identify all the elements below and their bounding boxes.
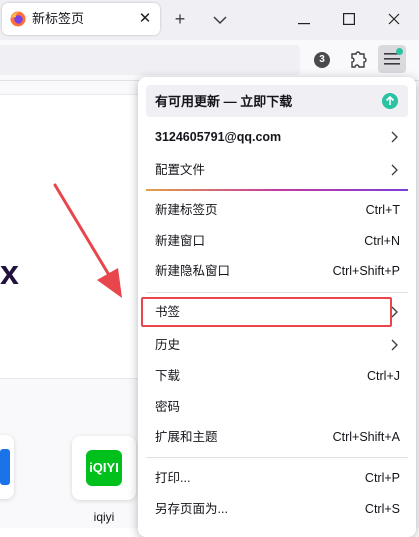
update-label: 有可用更新 — 立即下载 xyxy=(155,94,293,109)
account-label: 3124605791@qq.com xyxy=(155,130,282,144)
menu-item-passwords[interactable]: 密码 xyxy=(146,393,408,421)
menu-item-label: 打印... xyxy=(155,471,191,485)
chevron-right-icon xyxy=(391,131,398,143)
menu-item-history[interactable]: 历史 xyxy=(146,331,408,359)
menu-item-save-page[interactable]: 另存页面为... Ctrl+S xyxy=(146,495,408,523)
chevron-right-icon xyxy=(391,164,398,176)
menu-separator xyxy=(146,457,408,458)
menu-item-label: 扩展和主题 xyxy=(155,430,218,444)
menu-item-label: 另存页面为... xyxy=(155,502,228,516)
menu-item-label: 密码 xyxy=(155,400,181,414)
menu-item-label: 历史 xyxy=(155,338,181,352)
menu-item-label: 下载 xyxy=(155,369,181,383)
menu-item-addons[interactable]: 扩展和主题 Ctrl+Shift+A xyxy=(146,423,408,451)
menu-item-new-private-window[interactable]: 新建隐私窗口 Ctrl+Shift+P xyxy=(146,257,408,285)
menu-item-shortcut: Ctrl+N xyxy=(364,234,400,248)
menu-item-label: 新建隐私窗口 xyxy=(155,264,231,278)
arrow-up-circle-icon xyxy=(382,93,398,109)
profiles-item[interactable]: 配置文件 xyxy=(146,156,408,184)
menu-item-shortcut: Ctrl+Shift+A xyxy=(332,430,400,444)
menu-separator xyxy=(146,189,408,191)
chevron-right-icon xyxy=(391,339,398,351)
menu-separator xyxy=(146,292,408,293)
annotation-highlight-box xyxy=(141,297,392,327)
menu-item-new-tab[interactable]: 新建标签页 Ctrl+T xyxy=(146,196,408,224)
profiles-label: 配置文件 xyxy=(155,163,206,177)
menu-item-label: 新建标签页 xyxy=(155,203,218,217)
menu-item-downloads[interactable]: 下载 Ctrl+J xyxy=(146,362,408,390)
menu-item-shortcut: Ctrl+Shift+P xyxy=(332,264,400,278)
account-item[interactable]: 3124605791@qq.com xyxy=(146,123,408,151)
menu-item-shortcut: Ctrl+T xyxy=(365,203,400,217)
menu-item-print[interactable]: 打印... Ctrl+P xyxy=(146,464,408,492)
menu-item-shortcut: Ctrl+S xyxy=(364,502,400,516)
menu-item-shortcut: Ctrl+J xyxy=(367,369,400,383)
menu-item-shortcut: Ctrl+P xyxy=(364,471,400,485)
menu-item-label: 新建窗口 xyxy=(155,234,206,248)
menu-item-new-window[interactable]: 新建窗口 Ctrl+N xyxy=(146,227,408,255)
update-banner[interactable]: 有可用更新 — 立即下载 xyxy=(146,85,408,117)
